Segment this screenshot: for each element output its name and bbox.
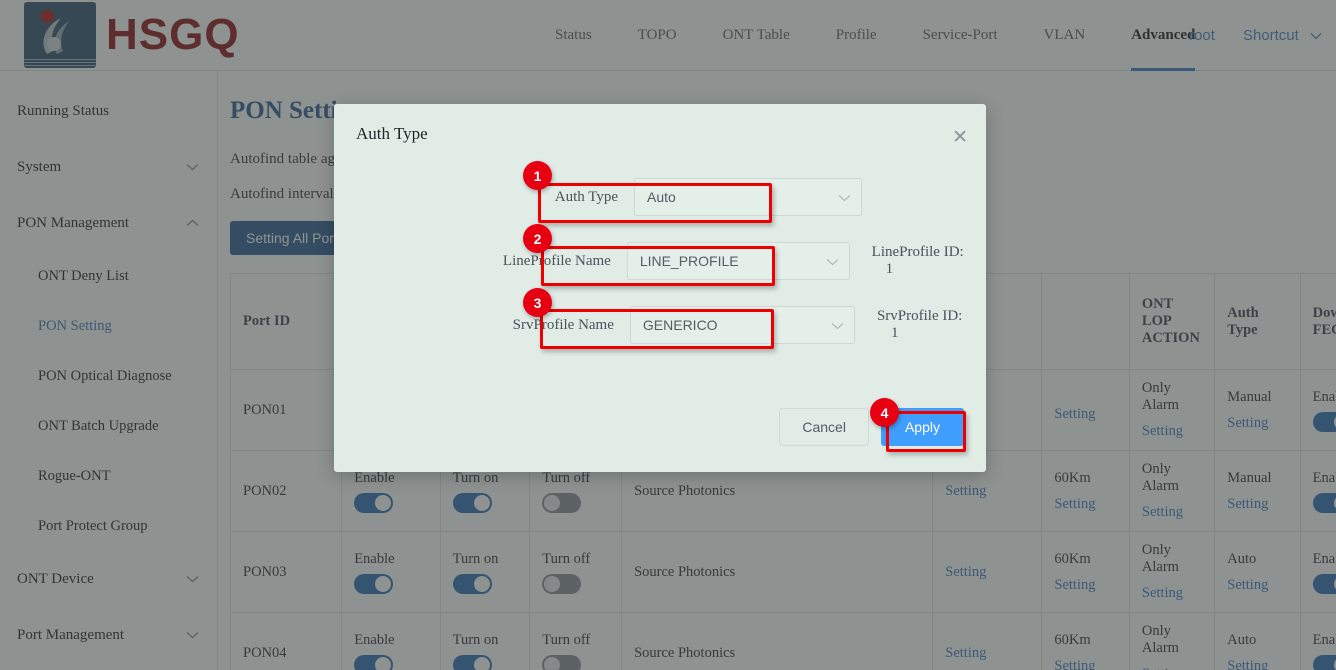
srv-profile-value: GENERICO	[643, 317, 831, 333]
srv-profile-id-info: SrvProfile ID: 1	[877, 308, 986, 342]
srv-profile-id-value: 1	[891, 325, 899, 341]
line-profile-value: LINE_PROFILE	[640, 253, 826, 269]
line-profile-id-label: LineProfile ID:	[872, 244, 964, 260]
auth-type-value: Auto	[647, 189, 838, 205]
annotation-badge-4: 4	[870, 398, 899, 427]
line-profile-id-info: LineProfile ID: 1	[872, 244, 986, 278]
auth-type-label: Auth Type	[334, 189, 634, 206]
annotation-badge-1: 1	[523, 161, 552, 190]
srv-profile-label: SrvProfile Name	[334, 317, 630, 334]
field-row-srv-profile: SrvProfile Name GENERICO SrvProfile ID: …	[334, 302, 986, 348]
chevron-down-icon	[826, 254, 839, 269]
line-profile-label: LineProfile Name	[334, 253, 627, 270]
auth-type-select[interactable]: Auto	[634, 178, 862, 216]
srv-profile-select[interactable]: GENERICO	[630, 306, 855, 344]
field-row-auth-type: Auth Type Auto	[334, 174, 986, 220]
dialog-form: Auth Type Auto LineProfile Name LINE_PRO…	[334, 144, 986, 348]
chevron-down-icon	[831, 318, 844, 333]
dialog-title: Auth Type	[334, 104, 986, 144]
line-profile-select[interactable]: LINE_PROFILE	[627, 242, 850, 280]
close-icon[interactable]: ✕	[952, 128, 968, 147]
field-row-line-profile: LineProfile Name LINE_PROFILE LineProfil…	[334, 238, 986, 284]
cancel-button[interactable]: Cancel	[779, 408, 869, 446]
srv-profile-id-label: SrvProfile ID:	[877, 308, 962, 324]
annotation-badge-3: 3	[523, 288, 552, 317]
line-profile-id-value: 1	[886, 261, 894, 277]
chevron-down-icon	[838, 190, 851, 205]
annotation-badge-2: 2	[523, 224, 552, 253]
